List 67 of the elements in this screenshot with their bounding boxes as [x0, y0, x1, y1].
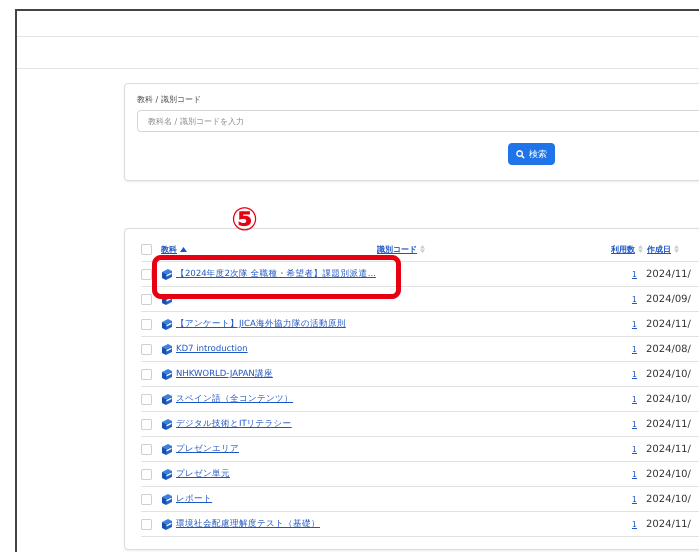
annotation-number: ⑤ — [231, 203, 258, 235]
created-date: 2024/11/ — [646, 418, 692, 430]
usage-count-link[interactable]: 1 — [632, 344, 637, 354]
search-icon — [516, 150, 525, 158]
usage-count-link[interactable]: 1 — [632, 420, 637, 428]
subject-link[interactable]: KD7 introduction — [176, 344, 248, 354]
created-date: 2024/11/ — [646, 518, 692, 530]
row-checkbox[interactable] — [141, 494, 152, 504]
row-checkbox[interactable] — [141, 294, 152, 304]
usage-count-link[interactable]: 1 — [632, 494, 637, 504]
subject-link[interactable]: スペイン語（全コンテンツ） — [176, 393, 293, 405]
sort-icon — [420, 245, 425, 253]
book-icon — [161, 268, 173, 280]
sort-icon — [674, 245, 679, 253]
usage-count-link[interactable]: 1 — [632, 470, 637, 478]
book-icon — [161, 344, 173, 354]
subject-link[interactable]: プレゼンエリア — [176, 443, 239, 455]
usage-count-link[interactable]: 1 — [632, 520, 637, 528]
book-icon — [161, 394, 173, 404]
created-date: 2024/10/ — [646, 368, 692, 380]
column-header[interactable]: 作成日 — [647, 244, 679, 254]
row-checkbox[interactable] — [141, 344, 152, 354]
row-checkbox[interactable] — [141, 468, 152, 480]
row-checkbox[interactable] — [141, 368, 152, 380]
usage-count-link[interactable]: 1 — [632, 444, 637, 454]
column-header[interactable]: 教科 — [161, 244, 187, 254]
usage-count-link[interactable]: 1 — [632, 370, 637, 378]
book-icon — [161, 494, 173, 504]
subject-link[interactable]: NHKWORLD-JAPAN講座 — [176, 368, 273, 380]
usage-count-link[interactable]: 1 — [632, 394, 637, 404]
usage-count-link[interactable]: 1 — [632, 270, 637, 278]
subject-link[interactable]: デジタル技術とITリテラシー — [176, 418, 292, 430]
row-checkbox[interactable] — [141, 444, 152, 454]
search-field[interactable]: 教科名 / 識別コードを入力 — [137, 110, 699, 132]
book-icon — [161, 368, 173, 380]
created-date: 2024/10/ — [646, 468, 692, 480]
created-date: 2024/10/ — [646, 394, 692, 404]
row-checkbox[interactable] — [141, 268, 152, 280]
sort-ascending-icon — [180, 246, 187, 252]
usage-count-link[interactable]: 1 — [632, 294, 637, 304]
created-date: 2024/11/ — [646, 268, 692, 280]
column-header[interactable]: 識別コード — [377, 244, 425, 254]
search-label: 教科 / 識別コード — [137, 94, 202, 105]
search-button[interactable]: 検索 — [508, 143, 555, 165]
book-icon — [161, 444, 173, 454]
created-date: 2024/09/ — [646, 294, 692, 304]
subject-link[interactable]: 環境社会配慮理解度テスト（基礎） — [176, 518, 320, 530]
book-icon — [161, 518, 173, 530]
sort-icon — [638, 245, 643, 253]
book-icon — [161, 318, 173, 330]
created-date: 2024/11/ — [646, 318, 692, 330]
row-checkbox[interactable] — [141, 318, 152, 330]
subject-link[interactable]: レポート — [176, 493, 212, 505]
book-icon — [161, 468, 173, 480]
book-icon — [161, 418, 173, 430]
column-header[interactable]: 利用数 — [611, 244, 643, 254]
row-checkbox[interactable] — [141, 518, 152, 530]
usage-count-link[interactable]: 1 — [632, 320, 637, 328]
subject-link[interactable]: 【アンケート】JICA海外協力隊の活動原則 — [176, 318, 346, 330]
created-date: 2024/08/ — [646, 344, 692, 354]
subject-link[interactable]: 【2024年度2次隊 全職種・希望者】課題別派遣... — [176, 268, 376, 280]
created-date: 2024/11/ — [646, 444, 692, 454]
row-checkbox[interactable] — [141, 418, 152, 430]
created-date: 2024/10/ — [646, 494, 692, 504]
row-checkbox[interactable] — [141, 394, 152, 404]
subject-link[interactable]: プレゼン単元 — [176, 468, 230, 480]
select-all-checkbox[interactable] — [141, 244, 152, 254]
